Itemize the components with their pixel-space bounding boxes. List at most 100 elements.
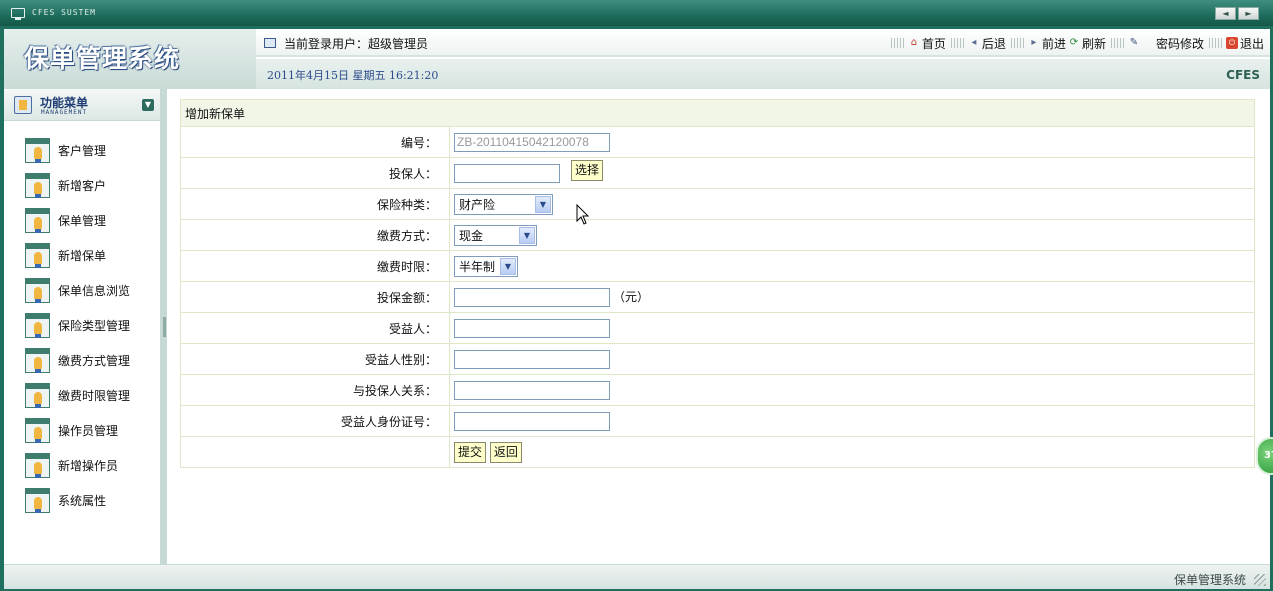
monitor-icon <box>11 8 25 20</box>
form-row-policyholder: 投保人： 选择 <box>180 157 1255 189</box>
nav-prev-button[interactable]: ◄ <box>1215 7 1236 20</box>
menu-icon <box>14 96 32 114</box>
form-row-number: 编号： <box>180 126 1255 158</box>
menu-item-system-properties[interactable]: 系统属性 <box>4 483 160 518</box>
menu-item-label: 保单信息浏览 <box>58 284 131 298</box>
forward-label: 前进 <box>1041 36 1066 51</box>
document-user-icon <box>25 173 50 198</box>
back-link[interactable]: ◂ 后退 <box>968 35 1006 52</box>
amount-label: 投保金额： <box>180 281 450 313</box>
toolbar-separator <box>1208 38 1223 48</box>
main-content: 增加新保单 编号： 投保人： 选择 保险种类： 财产险 ▼ 缴费方式： 现金 ▼ <box>166 89 1270 564</box>
document-user-icon <box>25 453 50 478</box>
home-label: 首页 <box>921 36 946 51</box>
relationship-label: 与投保人关系： <box>180 374 450 406</box>
exit-label: 退出 <box>1239 36 1264 51</box>
user-window-icon <box>264 38 276 48</box>
password-edit-link[interactable]: ✎ 密码修改 <box>1128 35 1204 52</box>
password-edit-label: 密码修改 <box>1155 36 1204 51</box>
form-row-relationship: 与投保人关系： <box>180 374 1255 406</box>
floating-badge[interactable]: 37 <box>1256 437 1273 475</box>
beneficiary-id-field[interactable] <box>454 411 610 431</box>
payment-period-select[interactable]: 半年制 ▼ <box>454 255 518 277</box>
toolbar-separator <box>1110 38 1125 48</box>
menu-item-label: 保单管理 <box>58 214 107 228</box>
amount-field[interactable] <box>454 287 610 307</box>
menu-item-payment-method-management[interactable]: 缴费方式管理 <box>4 343 160 378</box>
relationship-field[interactable] <box>454 380 610 400</box>
chevron-down-icon[interactable]: ▼ <box>535 195 551 213</box>
menu-item-label: 操作员管理 <box>58 424 119 438</box>
payment-method-value: 现金 <box>459 228 484 243</box>
date-bar: 2011年4月15日 星期五 16:21:20 CFES <box>256 59 1270 89</box>
beneficiary-gender-label: 受益人性别： <box>180 343 450 375</box>
home-icon: ⌂ <box>910 37 918 48</box>
header: 当前登录用户：超级管理员 ⌂ 首页 ◂ 后退 ▸ 前进 ⟳ 刷新 ✎ 密码修改 … <box>256 29 1270 89</box>
sidebar: 功能菜单 MANAGEMENT ▼ 客户管理 新增客户 保单管理 新增保单 保单… <box>4 89 163 564</box>
date-time: 2011年4月15日 星期五 16:21:20 <box>267 69 439 82</box>
window-title-bar: CFES SUSTEM ◄ ► <box>0 0 1273 26</box>
insurance-type-label: 保险种类： <box>180 188 450 220</box>
form-row-amount: 投保金额： （元） <box>180 281 1255 313</box>
refresh-link[interactable]: ⟳ 刷新 <box>1068 35 1106 52</box>
menu-item-customer-management[interactable]: 客户管理 <box>4 133 160 168</box>
document-user-icon <box>25 383 50 408</box>
beneficiary-gender-field[interactable] <box>454 349 610 369</box>
policyholder-field[interactable] <box>454 163 560 183</box>
form-row-payment-method: 缴费方式： 现金 ▼ <box>180 219 1255 251</box>
number-field <box>454 132 610 152</box>
menu-item-add-policy[interactable]: 新增保单 <box>4 238 160 273</box>
menu-item-payment-period-management[interactable]: 缴费时限管理 <box>4 378 160 413</box>
menu-item-label: 新增操作员 <box>58 459 119 473</box>
menu-item-policy-browse[interactable]: 保单信息浏览 <box>4 273 160 308</box>
forward-link[interactable]: ▸ 前进 <box>1028 35 1066 52</box>
collapse-menu-icon[interactable]: ▼ <box>142 99 154 111</box>
insurance-type-select[interactable]: 财产险 ▼ <box>454 193 553 215</box>
menu-item-add-operator[interactable]: 新增操作员 <box>4 448 160 483</box>
exit-link[interactable]: ⏻ 退出 <box>1225 35 1264 52</box>
chevron-down-icon[interactable]: ▼ <box>519 226 535 244</box>
menu-item-label: 缴费时限管理 <box>58 389 131 403</box>
menu-list: 客户管理 新增客户 保单管理 新增保单 保单信息浏览 保险类型管理 缴费方式管理… <box>4 133 160 518</box>
menu-item-label: 客户管理 <box>58 144 107 158</box>
document-user-icon <box>25 278 50 303</box>
document-user-icon <box>25 348 50 373</box>
number-label: 编号： <box>180 126 450 158</box>
menu-subtitle: MANAGEMENT <box>41 109 88 116</box>
menu-item-label: 保险类型管理 <box>58 319 131 333</box>
payment-method-label: 缴费方式： <box>180 219 450 251</box>
menu-item-insurance-type-management[interactable]: 保险类型管理 <box>4 308 160 343</box>
refresh-label: 刷新 <box>1081 36 1106 51</box>
document-user-icon <box>25 138 50 163</box>
status-bar: 保单管理系统 <box>4 564 1270 589</box>
logo-area: 保单管理系统 <box>4 29 256 89</box>
beneficiary-field[interactable] <box>454 318 610 338</box>
select-policyholder-button[interactable]: 选择 <box>571 159 604 181</box>
menu-item-policy-management[interactable]: 保单管理 <box>4 203 160 238</box>
form-row-actions: 提交 返回 <box>180 436 1255 468</box>
payment-method-select[interactable]: 现金 ▼ <box>454 224 537 246</box>
amount-unit: （元） <box>613 289 650 304</box>
add-policy-form: 增加新保单 编号： 投保人： 选择 保险种类： 财产险 ▼ 缴费方式： 现金 ▼ <box>180 99 1255 468</box>
actions-spacer <box>180 436 450 468</box>
beneficiary-label: 受益人： <box>180 312 450 344</box>
submit-button[interactable]: 提交 <box>454 441 487 463</box>
payment-period-value: 半年制 <box>459 259 496 274</box>
menu-item-label: 缴费方式管理 <box>58 354 131 368</box>
menu-item-operator-management[interactable]: 操作员管理 <box>4 413 160 448</box>
toolbar-separator <box>950 38 965 48</box>
menu-item-label: 新增保单 <box>58 249 107 263</box>
back-icon: ◂ <box>971 37 977 48</box>
form-title: 增加新保单 <box>180 99 1255 127</box>
back-button[interactable]: 返回 <box>489 441 522 463</box>
home-link[interactable]: ⌂ 首页 <box>908 35 946 52</box>
menu-item-add-customer[interactable]: 新增客户 <box>4 168 160 203</box>
resize-grip-icon[interactable] <box>1254 574 1266 586</box>
application-frame: CFES SUSTEM ◄ ► 保单管理系统 当前登录用户：超级管理员 ⌂ 首页 <box>0 0 1273 591</box>
nav-next-button[interactable]: ► <box>1238 7 1259 20</box>
form-row-payment-period: 缴费时限： 半年制 ▼ <box>180 250 1255 282</box>
form-row-beneficiary-id: 受益人身份证号： <box>180 405 1255 437</box>
chevron-down-icon[interactable]: ▼ <box>500 257 516 275</box>
menu-header: 功能菜单 MANAGEMENT ▼ <box>4 89 160 121</box>
forward-icon: ▸ <box>1031 37 1037 48</box>
